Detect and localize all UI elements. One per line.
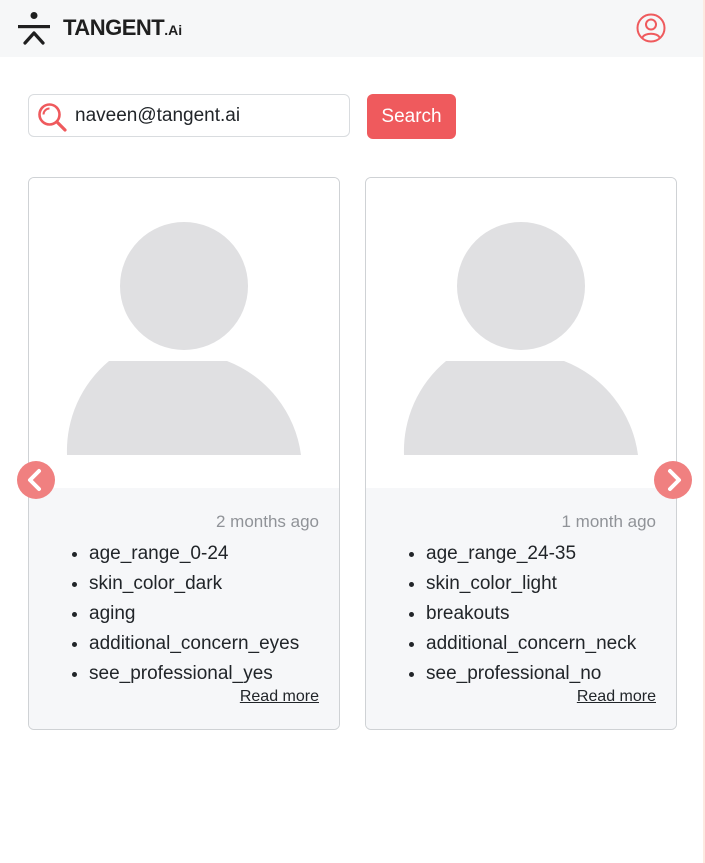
- search-icon: [38, 103, 67, 132]
- list-item: age_range_0-24: [89, 539, 299, 569]
- list-item: age_range_24-35: [426, 539, 636, 569]
- list-item: skin_color_dark: [89, 569, 299, 599]
- card-body: 2 months ago age_range_0-24 skin_color_d…: [29, 488, 339, 729]
- brand-name: TANGENT.Ai: [63, 15, 183, 40]
- search-button[interactable]: Search: [367, 94, 456, 139]
- list-item: see_professional_yes: [89, 659, 299, 689]
- chevron-left-icon[interactable]: [17, 461, 55, 499]
- profile-card[interactable]: 1 month ago age_range_24-35 skin_color_l…: [365, 177, 677, 730]
- list-item: aging: [89, 599, 299, 629]
- avatar-placeholder: [29, 178, 339, 488]
- user-circle-icon[interactable]: [636, 13, 666, 43]
- timestamp: 1 month ago: [561, 512, 656, 531]
- read-more-link[interactable]: Read more: [577, 688, 656, 706]
- list-item: additional_concern_neck: [426, 629, 636, 659]
- person-placeholder-icon: [403, 214, 638, 455]
- top-navbar: TANGENT.Ai: [0, 0, 703, 57]
- tangent-logo-icon: [18, 12, 50, 45]
- list-item: additional_concern_eyes: [89, 629, 299, 659]
- chevron-right-icon[interactable]: [654, 461, 692, 499]
- list-item: skin_color_light: [426, 569, 636, 599]
- brand-logo[interactable]: TANGENT.Ai: [17, 11, 182, 45]
- tag-list: age_range_0-24 skin_color_dark aging add…: [49, 539, 299, 689]
- tag-list: age_range_24-35 skin_color_light breakou…: [386, 539, 636, 689]
- timestamp: 2 months ago: [215, 512, 319, 531]
- person-placeholder-icon: [66, 214, 301, 455]
- read-more-link[interactable]: Read more: [240, 688, 319, 706]
- list-item: breakouts: [426, 599, 636, 629]
- card-body: 1 month ago age_range_24-35 skin_color_l…: [366, 488, 676, 729]
- search-field[interactable]: [28, 94, 350, 137]
- avatar-placeholder: [366, 178, 676, 488]
- list-item: see_professional_no: [426, 659, 636, 689]
- profile-card[interactable]: 2 months ago age_range_0-24 skin_color_d…: [28, 177, 340, 730]
- search-input[interactable]: [75, 103, 340, 129]
